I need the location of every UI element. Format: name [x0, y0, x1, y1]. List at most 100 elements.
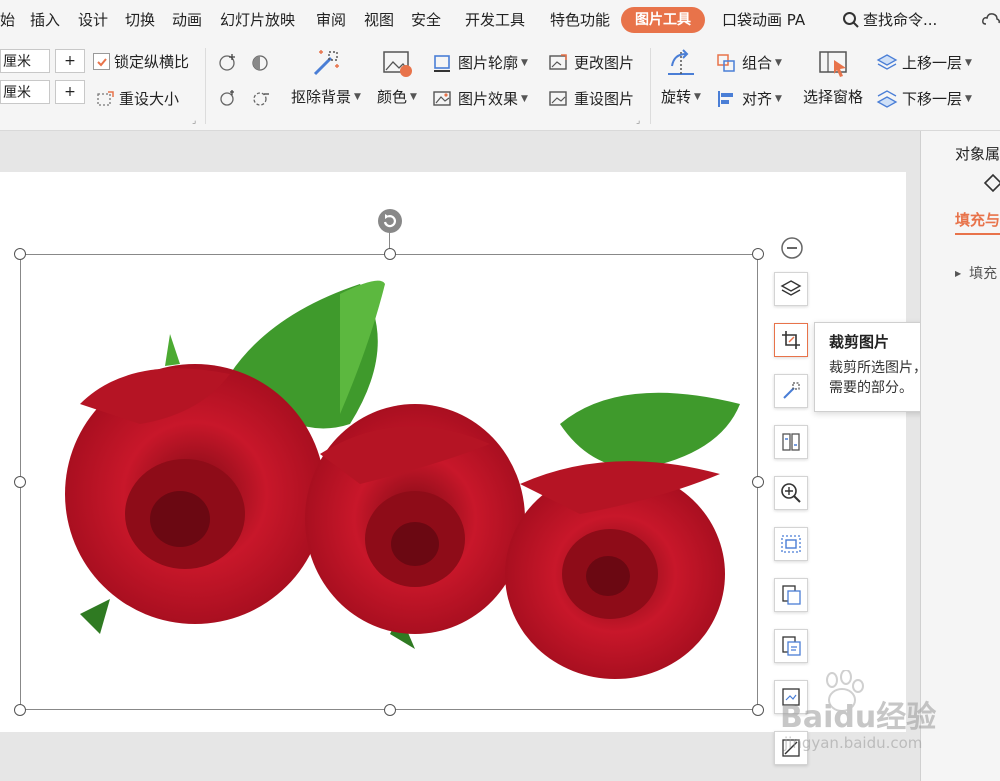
zoom-preview-button[interactable] — [774, 476, 808, 510]
cloud-icon[interactable] — [982, 10, 1000, 32]
selection-frame — [20, 254, 758, 710]
rotate-icon — [668, 49, 694, 75]
menu-tab-insert[interactable]: 插入 — [30, 0, 60, 40]
reset-size-label: 重设大小 — [119, 90, 180, 108]
menu-tab-design[interactable]: 设计 — [78, 0, 108, 40]
checkbox-icon — [93, 53, 110, 70]
resize-handle-top[interactable] — [384, 248, 396, 260]
bring-forward-label: 上移一层 — [902, 54, 963, 72]
size-dialog-launcher[interactable]: ⌟ — [192, 116, 196, 126]
tab-fill-and-line[interactable]: 填充与 — [955, 209, 1000, 230]
menu-tab-slideshow[interactable]: 幻灯片放映 — [220, 0, 295, 40]
selection-pane-button[interactable]: 选择窗格 — [800, 46, 866, 107]
resize-handle-bottom[interactable] — [384, 704, 396, 716]
color-label: 颜色 — [377, 88, 408, 106]
send-backward-button[interactable]: 下移一层 ▼ — [876, 88, 972, 109]
rotate-small-icon[interactable] — [218, 88, 238, 112]
fill-section-toggle[interactable]: ▶ 填充 — [955, 263, 997, 283]
group-label: 组合 — [742, 54, 773, 72]
remove-background-label: 抠除背景 — [291, 88, 352, 106]
layers-icon — [780, 280, 802, 296]
picture-to-text-icon — [782, 636, 801, 656]
active-tab-underline — [955, 233, 1000, 235]
watermark-brand: Baidu经验 — [780, 700, 937, 735]
menu-tab-transition[interactable]: 切换 — [125, 0, 155, 40]
shadow-left-icon[interactable] — [250, 52, 270, 76]
change-picture-label: 更改图片 — [574, 54, 635, 72]
resize-handle-top-left[interactable] — [14, 248, 26, 260]
change-picture-button[interactable]: 更改图片 — [548, 52, 634, 73]
rotate-handle-icon[interactable] — [377, 208, 403, 238]
align-icon — [718, 90, 733, 107]
color-button[interactable]: 颜色 ▼ — [374, 46, 420, 107]
menu-tab-security[interactable]: 安全 — [411, 0, 441, 40]
width-field[interactable]: 厘米 — [0, 80, 50, 104]
reset-picture-label: 重设图片 — [574, 90, 635, 108]
resize-handle-right[interactable] — [752, 476, 764, 488]
menu-tab-start[interactable]: 始 — [0, 0, 15, 40]
picture-fit-button[interactable] — [774, 527, 808, 561]
rotate-button[interactable]: 旋转 ▼ — [658, 46, 704, 107]
resize-handle-bottom-right[interactable] — [752, 704, 764, 716]
picture-to-text-button[interactable] — [774, 629, 808, 663]
panel-title: 对象属 — [955, 145, 1000, 163]
lock-ratio-checkbox[interactable]: 锁定纵横比 — [93, 51, 189, 72]
search-label: 查找命令... — [863, 11, 938, 29]
layers-button[interactable] — [774, 272, 808, 306]
split-picture-button[interactable] — [774, 425, 808, 459]
crop-button[interactable] — [774, 323, 808, 357]
send-backward-icon — [876, 89, 898, 108]
search-icon — [843, 12, 859, 28]
shadow-right-icon[interactable] — [250, 88, 270, 112]
crop-icon — [782, 331, 800, 349]
menu-tab-review[interactable]: 审阅 — [316, 0, 346, 40]
reset-picture-icon — [549, 90, 567, 106]
lock-ratio-label: 锁定纵横比 — [114, 53, 190, 71]
menu-tab-animation[interactable]: 动画 — [172, 0, 202, 40]
picture-to-pdf-button[interactable] — [774, 578, 808, 612]
picture-fit-icon — [781, 535, 801, 553]
height-field[interactable]: 厘米 — [0, 49, 50, 73]
menu-bar: 始 插入 设计 切换 动画 幻灯片放映 审阅 视图 安全 开发工具 特色功能 图… — [0, 0, 1000, 40]
group-icon — [717, 53, 735, 72]
reset-size-button[interactable]: 重设大小 — [96, 88, 179, 109]
menu-tab-developer[interactable]: 开发工具 — [465, 0, 525, 40]
selection-pane-icon — [819, 51, 847, 77]
picture-convert-icon — [782, 585, 801, 605]
remove-background-button[interactable]: 抠除背景 ▼ — [288, 46, 364, 107]
search-command[interactable]: 查找命令... — [842, 0, 937, 40]
zoom-in-icon — [781, 483, 801, 503]
resize-handle-bottom-left[interactable] — [14, 704, 26, 716]
crop-shape-icon[interactable] — [218, 52, 238, 76]
watermark-url: jingyan.baidu.com — [784, 734, 923, 752]
picture-outline-button[interactable]: 图片轮廓 ▼ — [432, 52, 528, 73]
align-label: 对齐 — [742, 90, 773, 108]
resize-handle-left[interactable] — [14, 476, 26, 488]
expand-arrow-icon: ▶ — [955, 268, 962, 278]
picture-effect-label: 图片效果 — [458, 90, 519, 108]
height-stepper[interactable]: + — [55, 49, 85, 73]
change-picture-icon — [549, 53, 567, 70]
magic-wand-icon — [783, 382, 800, 399]
collapse-toolbar-icon[interactable] — [780, 236, 804, 264]
separator — [650, 48, 651, 124]
group-button[interactable]: 组合 ▼ — [716, 52, 782, 73]
picture-effect-button[interactable]: 图片效果 ▼ — [432, 88, 528, 109]
magic-wand-icon — [313, 50, 339, 76]
fill-section-label: 填充 — [969, 266, 998, 282]
bring-forward-button[interactable]: 上移一层 ▼ — [876, 52, 972, 73]
remove-background-quick-button[interactable] — [774, 374, 808, 408]
align-button[interactable]: 对齐 ▼ — [716, 88, 782, 109]
menu-tab-pocket-animation[interactable]: 口袋动画 PA — [722, 0, 805, 40]
menu-tab-view[interactable]: 视图 — [364, 0, 394, 40]
picture-effect-icon — [433, 90, 451, 106]
reset-picture-button[interactable]: 重设图片 — [548, 88, 634, 109]
split-picture-icon — [782, 433, 800, 451]
menu-tab-picture-tools[interactable]: 图片工具 — [621, 7, 705, 33]
resize-handle-top-right[interactable] — [752, 248, 764, 260]
fill-bucket-icon[interactable] — [981, 173, 1000, 199]
picture-dialog-launcher[interactable]: ⌟ — [636, 116, 640, 126]
width-stepper[interactable]: + — [55, 80, 85, 104]
menu-tab-features[interactable]: 特色功能 — [550, 0, 610, 40]
reset-size-icon — [97, 90, 114, 106]
